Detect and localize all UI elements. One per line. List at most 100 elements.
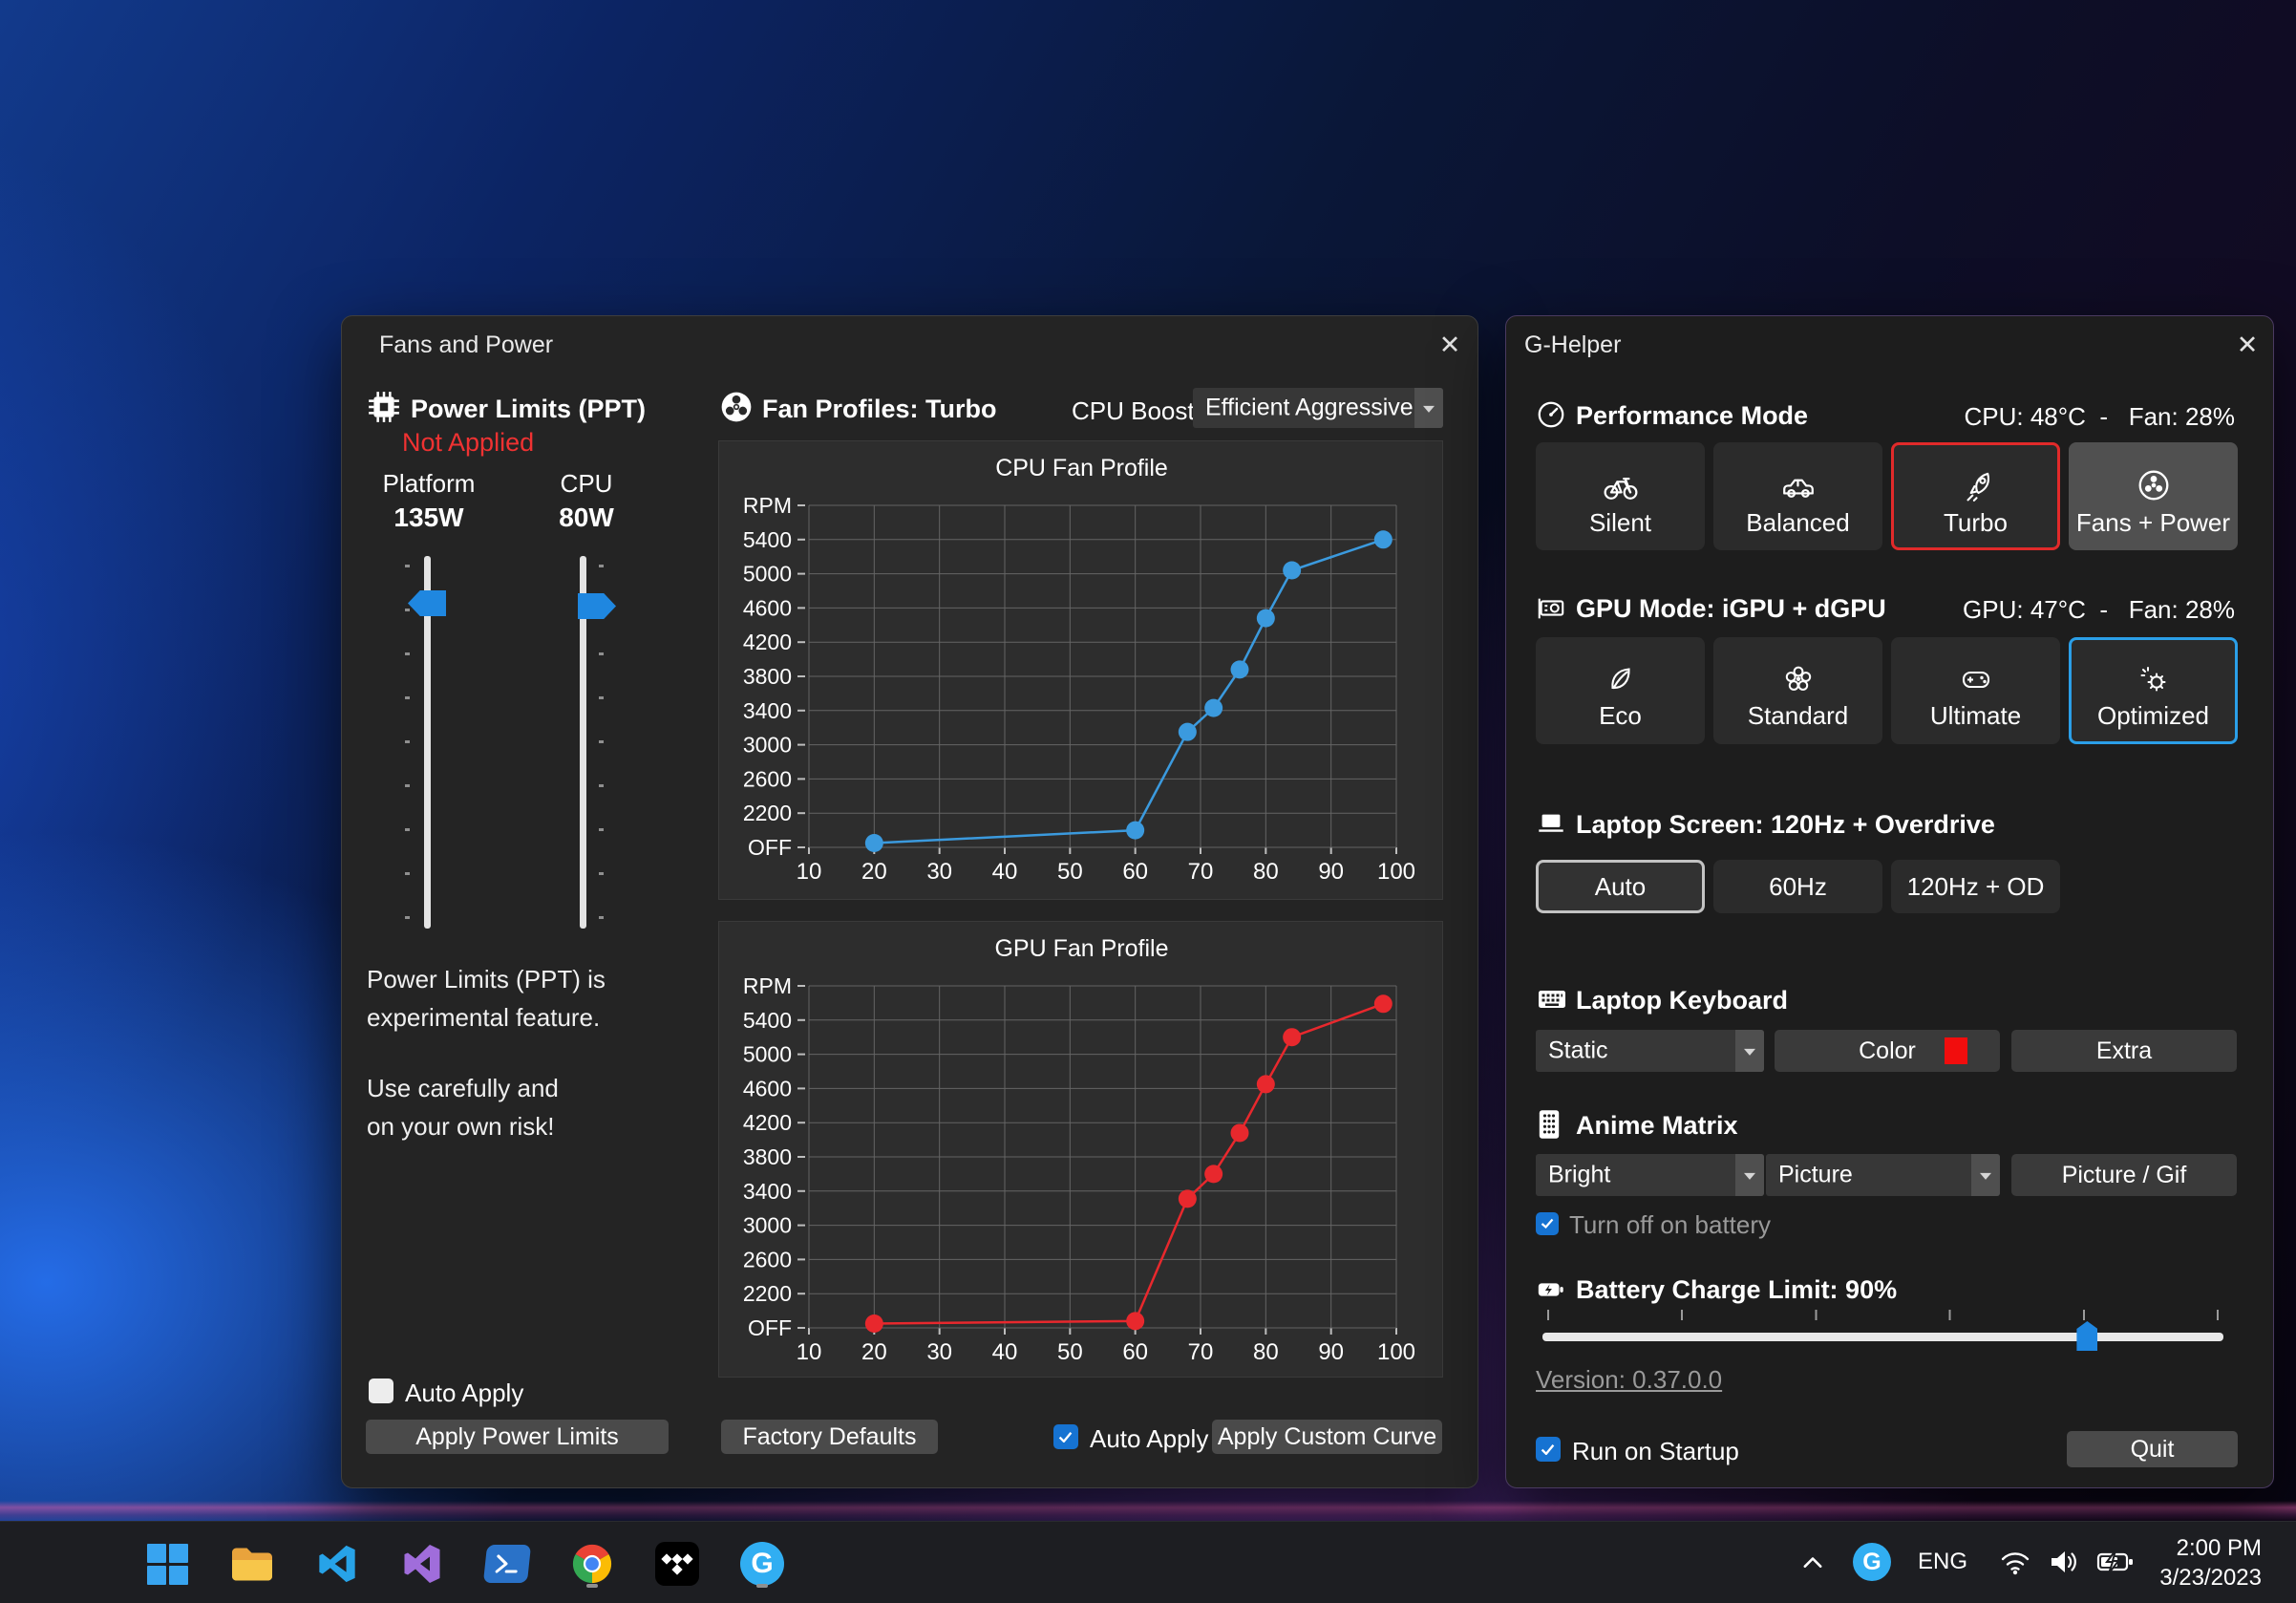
tray-wifi-button[interactable] bbox=[1994, 1543, 2036, 1581]
gpu-fan-chart[interactable]: GPU Fan Profile102030405060708090100RPM5… bbox=[718, 921, 1443, 1378]
svg-text:2200: 2200 bbox=[743, 801, 792, 825]
svg-text:4200: 4200 bbox=[743, 1110, 792, 1135]
dropdown-arrow-icon[interactable] bbox=[1971, 1154, 2000, 1196]
wifi-icon bbox=[1999, 1549, 2031, 1575]
gpu-ultimate-button[interactable]: Ultimate bbox=[1891, 637, 2060, 744]
svg-text:80: 80 bbox=[1253, 859, 1279, 885]
svg-text:2600: 2600 bbox=[743, 1247, 792, 1272]
svg-text:90: 90 bbox=[1318, 859, 1344, 885]
cpu-slider-handle[interactable] bbox=[578, 593, 616, 619]
svg-text:2200: 2200 bbox=[743, 1281, 792, 1306]
battery-limit-slider[interactable] bbox=[1542, 1310, 2223, 1354]
svg-text:3800: 3800 bbox=[743, 1144, 792, 1169]
svg-text:3800: 3800 bbox=[743, 664, 792, 689]
start-button[interactable] bbox=[140, 1537, 194, 1591]
powershell-icon bbox=[483, 1545, 531, 1583]
file-explorer-button[interactable] bbox=[225, 1537, 279, 1591]
screen-60hz-button[interactable]: 60Hz bbox=[1713, 860, 1882, 913]
svg-text:20: 20 bbox=[861, 1339, 887, 1365]
ppt-note-line2: experimental feature. bbox=[367, 1003, 600, 1033]
svg-text:40: 40 bbox=[992, 1339, 1018, 1365]
gpu-standard-button[interactable]: Standard bbox=[1713, 637, 1882, 744]
gamepad-icon bbox=[1959, 663, 1993, 695]
chrome-button[interactable] bbox=[565, 1537, 619, 1591]
tray-language-button[interactable]: ENG bbox=[1914, 1543, 1971, 1581]
tray-g-helper-button[interactable]: G bbox=[1851, 1541, 1893, 1583]
svg-text:4200: 4200 bbox=[743, 630, 792, 654]
mode-silent-button[interactable]: Silent bbox=[1536, 442, 1705, 550]
cpu-temp-fan-status: CPU: 48°C - Fan: 28% bbox=[1965, 402, 2236, 432]
gpu-mode-header: GPU Mode: iGPU + dGPU bbox=[1576, 594, 1886, 624]
g-helper-logo: G bbox=[740, 1542, 784, 1586]
gpu-card-icon bbox=[1536, 593, 1566, 624]
svg-text:40: 40 bbox=[992, 859, 1018, 885]
laptop-screen-header: Laptop Screen: 120Hz + Overdrive bbox=[1576, 810, 1995, 840]
speaker-icon bbox=[2048, 1548, 2080, 1576]
tray-volume-button[interactable] bbox=[2042, 1543, 2086, 1581]
platform-limit-label: Platform 135W bbox=[367, 469, 491, 533]
svg-text:3000: 3000 bbox=[743, 733, 792, 758]
keyboard-mode-value: Static bbox=[1548, 1037, 1608, 1065]
fan-icon bbox=[719, 390, 754, 424]
mode-fans-power-button[interactable]: Fans + Power bbox=[2069, 442, 2238, 550]
dropdown-arrow-icon[interactable] bbox=[1735, 1154, 1764, 1196]
tidal-button[interactable] bbox=[650, 1537, 704, 1591]
anime-picture-gif-button[interactable]: Picture / Gif bbox=[2011, 1154, 2237, 1196]
apply-power-limits-button[interactable]: Apply Power Limits bbox=[366, 1420, 669, 1454]
svg-text:100: 100 bbox=[1377, 859, 1415, 885]
gpu-optimized-button[interactable]: Optimized bbox=[2069, 637, 2238, 744]
svg-text:30: 30 bbox=[926, 859, 952, 885]
power-auto-apply-checkbox[interactable] bbox=[369, 1379, 393, 1403]
keyboard-extra-button[interactable]: Extra bbox=[2011, 1030, 2237, 1072]
cpu-boost-dropdown[interactable]: Efficient Aggressive bbox=[1193, 388, 1443, 428]
visual-studio-button[interactable] bbox=[395, 1537, 449, 1591]
tray-date: 3/23/2023 bbox=[2159, 1563, 2262, 1592]
tray-battery-button[interactable] bbox=[2092, 1543, 2139, 1581]
curve-auto-apply-checkbox[interactable] bbox=[1053, 1424, 1078, 1449]
close-icon[interactable]: ✕ bbox=[1434, 329, 1466, 361]
screen-auto-button[interactable]: Auto bbox=[1536, 860, 1705, 913]
svg-text:100: 100 bbox=[1377, 1339, 1415, 1365]
svg-text:20: 20 bbox=[861, 859, 887, 885]
platform-limit-value: 135W bbox=[367, 502, 491, 533]
svg-text:50: 50 bbox=[1057, 859, 1083, 885]
quit-button[interactable]: Quit bbox=[2067, 1431, 2238, 1467]
clock[interactable]: 2:00 PM 3/23/2023 bbox=[2159, 1533, 2262, 1592]
anime-battery-label: Turn off on battery bbox=[1569, 1210, 1771, 1240]
gpu-temp-fan-status: GPU: 47°C - Fan: 28% bbox=[1963, 595, 2235, 625]
power-limits-header: Power Limits (PPT) bbox=[411, 395, 646, 424]
windows-start-icon bbox=[147, 1544, 188, 1585]
svg-text:60: 60 bbox=[1122, 1339, 1148, 1365]
anime-brightness-dropdown[interactable]: Bright bbox=[1536, 1154, 1764, 1196]
anime-battery-checkbox[interactable] bbox=[1536, 1212, 1559, 1235]
svg-text:OFF: OFF bbox=[748, 1315, 792, 1340]
battery-slider-handle[interactable] bbox=[2076, 1321, 2097, 1351]
factory-defaults-button[interactable]: Factory Defaults bbox=[721, 1420, 938, 1454]
anime-mode-value: Picture bbox=[1778, 1162, 1853, 1189]
ghelper-titlebar[interactable]: G-Helper ✕ bbox=[1506, 316, 2273, 372]
keyboard-color-button[interactable]: Color bbox=[1775, 1030, 2000, 1072]
cpu-fan-chart[interactable]: CPU Fan Profile102030405060708090100RPM5… bbox=[718, 440, 1443, 900]
platform-slider-handle[interactable] bbox=[408, 590, 446, 616]
anime-mode-dropdown[interactable]: Picture bbox=[1766, 1154, 2000, 1196]
tray-chevron-button[interactable] bbox=[1794, 1543, 1832, 1581]
screen-120hz-od-button[interactable]: 120Hz + OD bbox=[1891, 860, 2060, 913]
fans-window-titlebar[interactable]: Fans and Power ✕ bbox=[342, 316, 1478, 372]
dropdown-arrow-icon[interactable] bbox=[1735, 1030, 1764, 1072]
battery-slider-track[interactable] bbox=[1542, 1333, 2223, 1341]
close-icon[interactable]: ✕ bbox=[2231, 329, 2264, 361]
version-link[interactable]: Version: 0.37.0.0 bbox=[1536, 1365, 1722, 1395]
powershell-button[interactable] bbox=[480, 1537, 534, 1591]
run-on-startup-checkbox[interactable] bbox=[1536, 1437, 1561, 1462]
keyboard-mode-dropdown[interactable]: Static bbox=[1536, 1030, 1764, 1072]
dropdown-arrow-icon[interactable] bbox=[1414, 388, 1443, 428]
vscode-button[interactable] bbox=[310, 1537, 364, 1591]
g-helper-taskbar-button[interactable]: G bbox=[735, 1537, 789, 1591]
svg-text:70: 70 bbox=[1188, 1339, 1214, 1365]
power-auto-apply-label: Auto Apply bbox=[405, 1379, 523, 1408]
apply-custom-curve-button[interactable]: Apply Custom Curve bbox=[1212, 1420, 1442, 1454]
mode-turbo-button[interactable]: Turbo bbox=[1891, 442, 2060, 550]
gpu-eco-button[interactable]: Eco bbox=[1536, 637, 1705, 744]
mode-balanced-button[interactable]: Balanced bbox=[1713, 442, 1882, 550]
chevron-up-icon bbox=[1802, 1555, 1823, 1569]
